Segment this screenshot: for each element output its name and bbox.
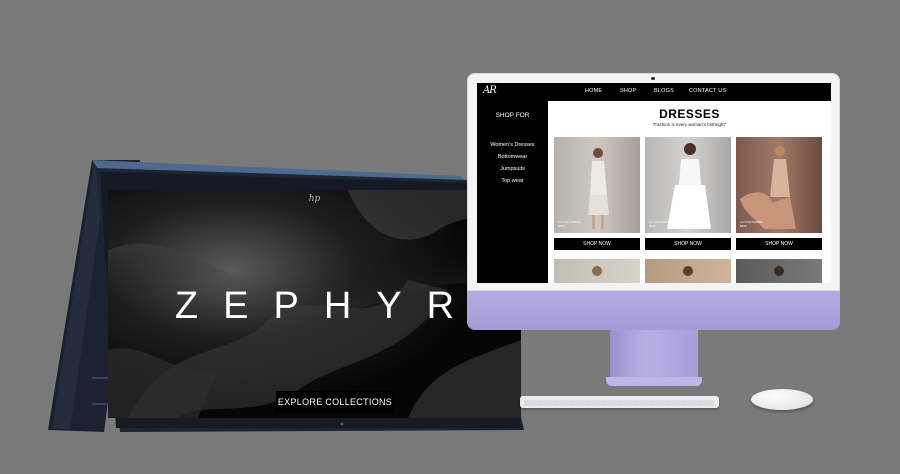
sidebar-item-womens-dresses[interactable]: Women's Dresses (477, 142, 548, 148)
mouse (751, 389, 813, 410)
nav-home[interactable]: HOME (585, 88, 602, 94)
keyboard (520, 396, 719, 408)
dress-model-figure (588, 148, 609, 229)
hp-logo: hp (308, 194, 321, 204)
product-caption: LA YOKI DRESS $560 (558, 220, 581, 228)
hero-title: ZEPHYR (174, 285, 480, 327)
imac-stand (610, 330, 698, 381)
nav-contact-us[interactable]: CONTACT US (689, 88, 726, 94)
dress-model-figure (667, 143, 711, 229)
imac-chin (467, 291, 840, 330)
product-caption: LA YOKI DRESS $560 (740, 220, 763, 228)
product-image[interactable]: LA YOKI DRESS $560 (736, 137, 822, 233)
sidebar-item-jumpsuits[interactable]: Jumpsuits (477, 166, 548, 172)
sidebar-item-top-wear[interactable]: Top wear (477, 178, 548, 184)
ar-logo[interactable]: AR (483, 85, 497, 96)
product-caption: LA YOKI DRESS $560 (649, 220, 672, 228)
sidebar-item-bottomwear[interactable]: Bottomwear (477, 154, 548, 160)
page-subtitle: "Fashion is every woman's birthright" (652, 122, 727, 127)
shop-now-button[interactable]: SHOP NOW (645, 238, 731, 250)
imac-foot (606, 377, 702, 386)
shop-now-button[interactable]: SHOP NOW (736, 238, 822, 250)
dress-model-figure (740, 146, 796, 229)
website-screen: AR HOME SHOP BLOGS CONTACT US SHOP FOR W… (477, 83, 831, 283)
product-image[interactable] (736, 259, 822, 283)
nav-shop[interactable]: SHOP (620, 88, 636, 94)
laptop-screen: hp ZEPHYR EXPLORE COLLECTIONS (108, 190, 521, 418)
page-title: DRESSES (659, 107, 720, 121)
shop-now-button[interactable]: SHOP NOW (554, 238, 640, 250)
shop-sidebar: SHOP FOR Women's Dresses Bottomwear Jump… (477, 101, 548, 283)
nav-blogs[interactable]: BLOGS (654, 88, 674, 94)
product-image[interactable] (645, 259, 731, 283)
imac-camera-icon (651, 77, 655, 80)
webcam-dot (340, 422, 344, 426)
product-image[interactable]: LA YOKI DRESS $560 (645, 137, 731, 233)
product-image[interactable] (554, 259, 640, 283)
top-navigation: AR HOME SHOP BLOGS CONTACT US (477, 83, 831, 101)
explore-collections-button[interactable]: EXPLORE COLLECTIONS (276, 391, 394, 413)
sidebar-heading: SHOP FOR (495, 112, 530, 119)
product-image[interactable]: LA YOKI DRESS $560 (554, 137, 640, 233)
